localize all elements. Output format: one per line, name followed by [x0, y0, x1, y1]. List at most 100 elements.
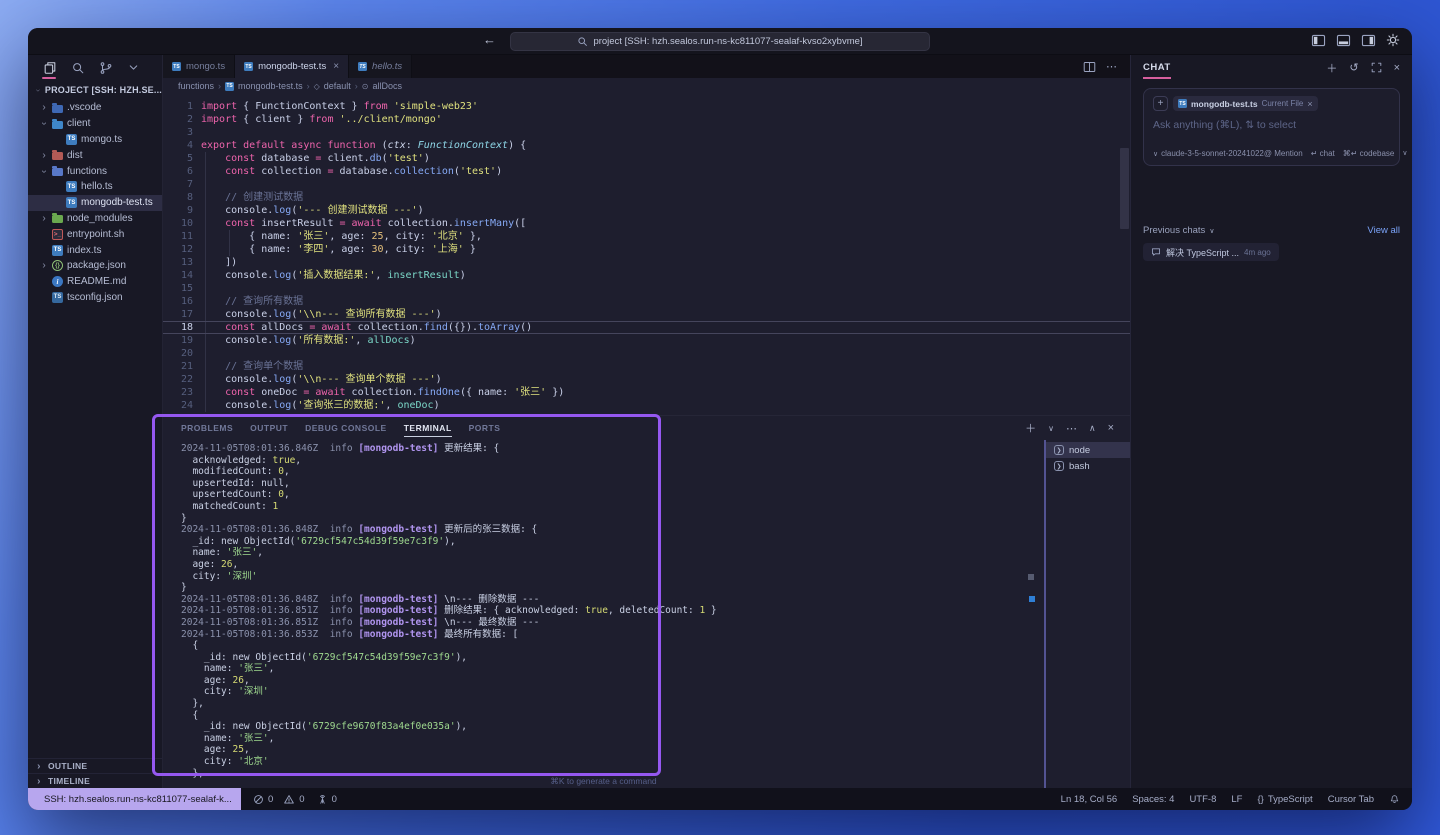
panel-tab-output[interactable]: OUTPUT — [250, 419, 288, 437]
tree-item-dist[interactable]: ›dist — [28, 147, 162, 163]
code-line[interactable]: 3 — [163, 126, 1130, 139]
code-line[interactable]: 15 — [163, 282, 1130, 295]
chat-submit[interactable]: ↵ chat — [1311, 149, 1335, 158]
nav-back-icon[interactable]: ← — [483, 32, 496, 47]
mention-button[interactable]: @ Mention — [1264, 149, 1303, 158]
tab-hello-ts[interactable]: TShello.ts — [349, 55, 412, 78]
chat-history-item[interactable]: 解决 TypeScript ... 4m ago — [1143, 243, 1279, 261]
code-line[interactable]: 6 const collection = database.collection… — [163, 165, 1130, 178]
panel-maximize-icon[interactable]: ∧ — [1089, 423, 1096, 434]
tree-item-mongodb-test-ts[interactable]: TSmongodb-test.ts — [28, 195, 162, 211]
code-line[interactable]: 20 — [163, 347, 1130, 360]
codebase-submit[interactable]: ⌘↵ codebase — [1343, 149, 1395, 158]
code-line[interactable]: 22 console.log('\\n--- 查询单个数据 ---') — [163, 373, 1130, 386]
code-line[interactable]: 17 console.log('\\n--- 查询所有数据 ---') — [163, 308, 1130, 321]
new-chat-icon[interactable]: ＋ — [1326, 60, 1337, 76]
tree-item-hello-ts[interactable]: TShello.ts — [28, 179, 162, 195]
code-line[interactable]: 8 // 创建测试数据 — [163, 191, 1130, 204]
explorer-section-header[interactable]: PROJECT [SSH: HZH.SE... — [28, 80, 162, 100]
panel-tab-problems[interactable]: PROBLEMS — [181, 419, 233, 437]
code-line[interactable]: 4export default async function (ctx: Fun… — [163, 139, 1130, 152]
encoding[interactable]: UTF-8 — [1189, 794, 1216, 805]
code-line[interactable]: 19 console.log('所有数据:', allDocs) — [163, 334, 1130, 347]
editor-more-actions-icon[interactable]: ⋯ — [1106, 60, 1118, 73]
close-chat-icon[interactable]: × — [1394, 62, 1400, 74]
terminal-instance-node[interactable]: ❯node — [1046, 442, 1130, 458]
explorer-icon[interactable] — [41, 57, 58, 79]
close-tab-icon[interactable]: × — [333, 61, 339, 72]
breadcrumb-item[interactable]: default — [324, 81, 351, 91]
code-line[interactable]: 12 { name: '李四', age: 30, city: '上海' } — [163, 243, 1130, 256]
settings-gear-icon[interactable] — [1386, 33, 1400, 47]
panel-tab-terminal[interactable]: TERMINAL — [404, 419, 452, 437]
ports-status[interactable]: 0 — [317, 794, 337, 805]
expand-chat-icon[interactable] — [1371, 62, 1382, 73]
tree-item-readme-md[interactable]: iREADME.md — [28, 274, 162, 290]
code-editor[interactable]: 1import { FunctionContext } from 'simple… — [163, 94, 1130, 415]
code-line[interactable]: 7 — [163, 178, 1130, 191]
tree-item-index-ts[interactable]: TSindex.ts — [28, 242, 162, 258]
toggle-panel-icon[interactable] — [1336, 34, 1351, 47]
tree-item-entrypoint-sh[interactable]: >_entrypoint.sh — [28, 226, 162, 242]
tab-mongo-ts[interactable]: TSmongo.ts — [163, 55, 235, 78]
chat-input-box[interactable]: + TS mongodb-test.ts Current File × Ask … — [1143, 88, 1400, 166]
terminal-instance-bash[interactable]: ❯bash — [1046, 458, 1130, 474]
model-selector[interactable]: claude-3-5-sonnet-20241022 — [1161, 149, 1264, 158]
problems-status[interactable]: 0 0 — [253, 794, 305, 805]
code-line[interactable]: 5 const database = client.db('test') — [163, 152, 1130, 165]
chip-close-icon[interactable]: × — [1307, 99, 1312, 109]
code-line[interactable]: 23 const oneDoc = await collection.findO… — [163, 386, 1130, 399]
context-chip[interactable]: TS mongodb-test.ts Current File × — [1173, 96, 1318, 111]
search-view-icon[interactable] — [69, 57, 86, 79]
remote-indicator[interactable]: SSH: hzh.sealos.run-ns-kc811077-sealaf-k… — [28, 788, 241, 810]
chat-history-icon[interactable]: ↺ — [1349, 61, 1358, 74]
code-line[interactable]: 2import { client } from '../client/mongo… — [163, 113, 1130, 126]
panel-tab-debug-console[interactable]: DEBUG CONSOLE — [305, 419, 387, 437]
command-center-search[interactable]: project [SSH: hzh.sealos.run-ns-kc811077… — [510, 32, 930, 51]
code-line[interactable]: 18 const allDocs = await collection.find… — [163, 321, 1130, 334]
code-line[interactable]: 9 console.log('--- 创建测试数据 ---') — [163, 204, 1130, 217]
source-control-icon[interactable] — [97, 57, 114, 79]
tree-item-client[interactable]: ›client — [28, 116, 162, 132]
code-line[interactable]: 16 // 查询所有数据 — [163, 295, 1130, 308]
outline-section[interactable]: ›OUTLINE — [28, 758, 162, 773]
tree-item-package-json[interactable]: ›{}package.json — [28, 258, 162, 274]
terminal-dropdown-icon[interactable]: ∨ — [1048, 424, 1054, 433]
code-line[interactable]: 24 console.log('查询张三的数据:', oneDoc) — [163, 399, 1130, 412]
cursor-tab-toggle[interactable]: Cursor Tab — [1328, 794, 1374, 805]
panel-more-icon[interactable]: ⋯ — [1066, 422, 1077, 435]
code-line[interactable]: 13 ]) — [163, 256, 1130, 269]
code-line[interactable]: 1import { FunctionContext } from 'simple… — [163, 100, 1130, 113]
tree-item-tsconfig-json[interactable]: TStsconfig.json — [28, 290, 162, 306]
cursor-position[interactable]: Ln 18, Col 56 — [1061, 794, 1118, 805]
tree-item-node-modules[interactable]: ›node_modules — [28, 211, 162, 227]
toggle-sidebar-icon[interactable] — [1311, 34, 1326, 47]
code-line[interactable]: 21 // 查询单个数据 — [163, 360, 1130, 373]
eol[interactable]: LF — [1231, 794, 1242, 805]
code-line[interactable]: 11 { name: '张三', age: 25, city: '北京' }, — [163, 230, 1130, 243]
split-editor-icon[interactable] — [1083, 61, 1096, 73]
panel-tab-ports[interactable]: PORTS — [469, 419, 501, 437]
chat-tab[interactable]: CHAT — [1143, 57, 1171, 79]
view-all-link[interactable]: View all — [1367, 225, 1400, 236]
add-context-button[interactable]: + — [1153, 96, 1168, 111]
tree-item-mongo-ts[interactable]: TSmongo.ts — [28, 132, 162, 148]
notifications-bell-icon[interactable] — [1389, 794, 1400, 805]
editor-scrollbar[interactable] — [1120, 148, 1129, 229]
breadcrumb-item[interactable]: functions — [178, 81, 214, 91]
code-line[interactable]: 25 — [163, 412, 1130, 415]
new-terminal-icon[interactable]: ＋ — [1025, 420, 1036, 436]
breadcrumb-item[interactable]: mongodb-test.ts — [238, 81, 303, 91]
tree-item--vscode[interactable]: ›.vscode — [28, 100, 162, 116]
timeline-section[interactable]: ›TIMELINE — [28, 773, 162, 788]
tree-item-functions[interactable]: ›functions — [28, 163, 162, 179]
indentation[interactable]: Spaces: 4 — [1132, 794, 1174, 805]
terminal-output[interactable]: 2024-11-05T08:01:36.846Z info [mongodb-t… — [163, 440, 1044, 788]
panel-close-icon[interactable]: × — [1108, 422, 1114, 434]
toggle-secondary-sidebar-icon[interactable] — [1361, 34, 1376, 47]
code-line[interactable]: 14 console.log('插入数据结果:', insertResult) — [163, 269, 1130, 282]
breadcrumb-item[interactable]: allDocs — [372, 81, 402, 91]
tab-mongodb-test-ts[interactable]: TSmongodb-test.ts× — [235, 55, 349, 78]
language-mode[interactable]: {}TypeScript — [1257, 794, 1312, 805]
breadcrumb[interactable]: functions›TSmongodb-test.ts›◇default›⊙al… — [163, 78, 1130, 94]
